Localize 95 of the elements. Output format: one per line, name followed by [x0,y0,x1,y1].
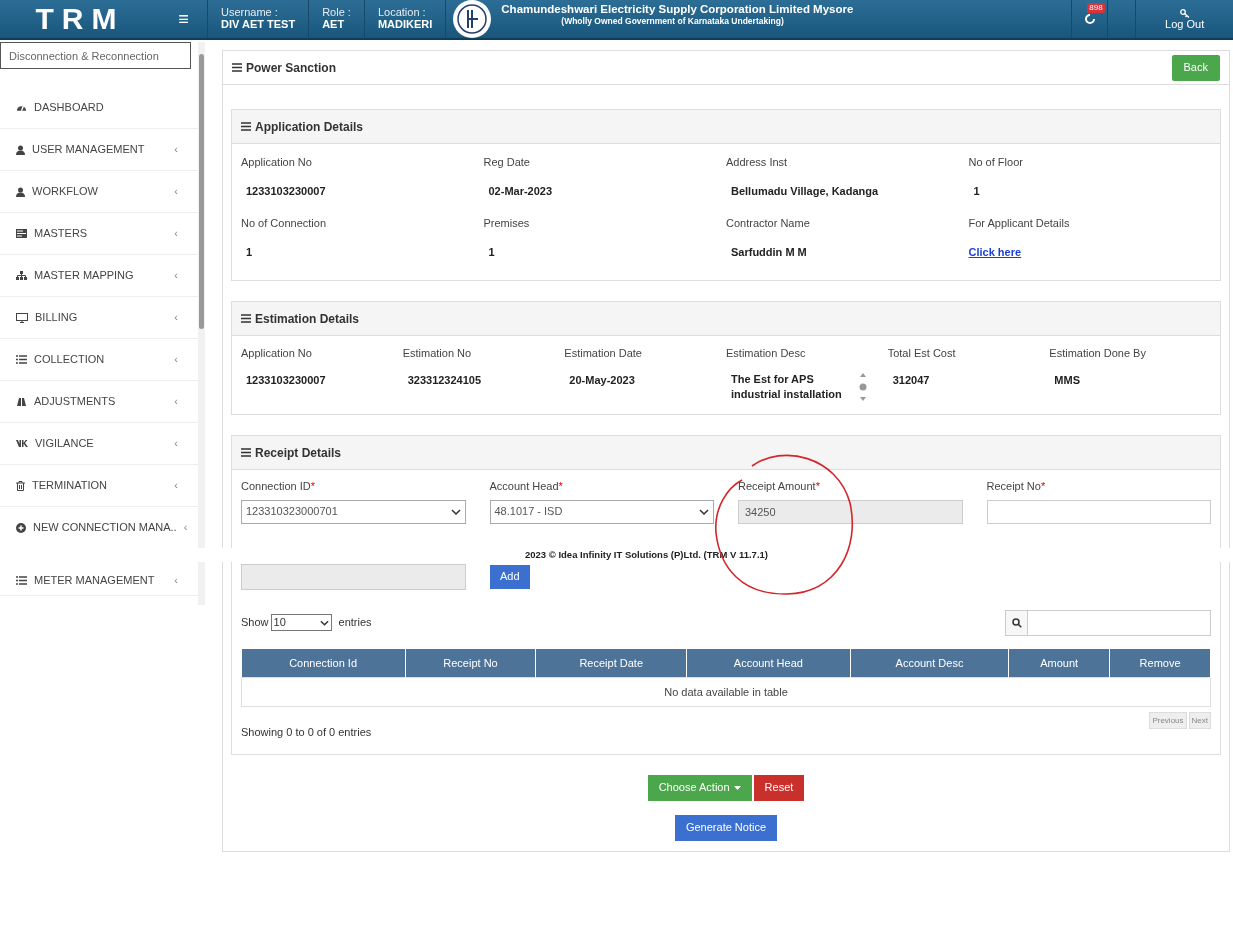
field-value: 20-May-2023 [568,372,636,388]
dropdown[interactable]: 48.1017 - ISD [489,499,714,524]
field-label: Application No [241,346,313,361]
field-label: Connection ID* [241,479,316,494]
search-icon [1011,617,1022,628]
field-label: Premises [483,216,531,231]
table-search-field[interactable] [1005,609,1211,636]
scroll-arrows-icon[interactable] [859,371,867,402]
user-icon [16,186,25,197]
header-label: Role : [322,6,351,18]
panel-title: Estimation Details [255,310,360,328]
field-label: For Applicant Details [968,216,1071,231]
binoculars-icon [16,397,27,406]
reset-button[interactable]: Reset [753,774,805,801]
header-value: DIV AET TEST [221,18,296,30]
page-title: Power Sanction [246,59,338,77]
input-field[interactable]: 34250 [738,499,963,524]
list-icon [16,355,27,364]
caret-icon [319,619,329,626]
field-value: The Est for APS industrial installation [731,371,843,402]
app-logo: TRM [35,4,125,34]
column-header: Remove [1109,648,1211,678]
field-label: Application No [241,155,313,170]
caret-icon [699,508,709,515]
field-label: Receipt Amount* [738,479,821,494]
column-header: Account Desc [850,648,1009,678]
show-label: Show [241,615,269,631]
field-value: Sarfuddin M M [730,244,808,260]
sitemap-icon [16,271,27,280]
field-label: Estimation No [402,346,473,361]
input-field[interactable] [241,563,466,590]
applicant-details-link[interactable]: Click here [968,243,1022,260]
menu-icon [241,314,251,323]
column-header: Receipt Date [535,648,687,678]
refresh-icon[interactable] [1083,13,1096,25]
field-value: MMS [1053,372,1081,388]
plus-circle-icon [16,522,26,533]
card-icon [16,229,27,238]
column-header: Connection Id [241,648,406,678]
emblem-icon [453,0,492,38]
field-label: Reg Date [483,155,531,170]
vk-icon [16,440,28,447]
column-header: Receipt No [405,648,536,678]
list-icon [16,576,27,585]
field-label: Account Head* [489,479,564,494]
column-header: Account Head [686,648,851,678]
column-header: Amount [1008,648,1110,678]
add-button[interactable]: Add [490,564,530,589]
field-label: Estimation Desc [726,346,807,361]
monitor-icon [16,312,28,323]
scrollbar[interactable] [198,42,205,605]
user-icon [16,144,25,155]
dashboard-icon [16,103,27,112]
field-value: 1233103230007 [245,183,327,199]
menu-icon [241,122,251,131]
field-value: Bellumadu Village, Kadanga [730,183,880,199]
organization-subtitle: (Wholly Owned Government of Karnataka Undertaking) [560,16,785,26]
caret-icon [450,508,461,515]
field-value: 1233103230007 [245,372,327,388]
menu-icon [241,448,251,457]
panel-title: Receipt Details [255,444,342,462]
empty-table-message: No data available in table [241,677,1211,707]
field-label: Address Inst [726,155,789,170]
generate-notice-button[interactable]: Generate Notice [674,814,778,841]
field-label: Estimation Date [564,346,643,361]
field-label: Total Est Cost [887,346,957,361]
field-value: 1 [972,183,981,199]
header-value: AET [322,18,346,30]
panel-title: Application Details [255,118,364,136]
notification-badge: 898 [1087,3,1105,13]
field-value: 312047 [891,372,931,388]
organization-name: Chamundeshwari Electricity Supply Corporation Limited Mysore [501,3,855,16]
caret-icon [733,785,741,790]
header-label: Location : [377,6,427,18]
logout-button[interactable]: Log Out [1135,0,1233,38]
field-label: Estimation Done By [1049,346,1147,361]
field-label: Contractor Name [726,216,811,231]
menu-icon [232,63,242,72]
field-value: 1 [487,244,496,260]
table-info: Showing 0 to 0 of 0 entries [241,725,372,740]
trash-icon [16,480,25,491]
field-value: 1 [245,244,254,260]
dropdown[interactable]: 123310323000701 [241,499,466,524]
menu-search-field[interactable]: Disconnection & Reconnection [0,42,191,69]
header-label: Username : [221,6,279,18]
entries-label: entries [338,615,372,631]
input-field[interactable] [986,499,1211,524]
page-size-dropdown[interactable]: 10 [270,614,332,631]
field-label: Receipt No* [986,479,1047,494]
field-value: 02-Mar-2023 [487,183,554,199]
field-value: 323312324105 [406,372,483,388]
field-label: No of Floor [968,155,1024,170]
header-value: MADIKERI [377,18,433,30]
key-icon [1179,8,1190,18]
field-label: No of Connection [241,216,327,231]
